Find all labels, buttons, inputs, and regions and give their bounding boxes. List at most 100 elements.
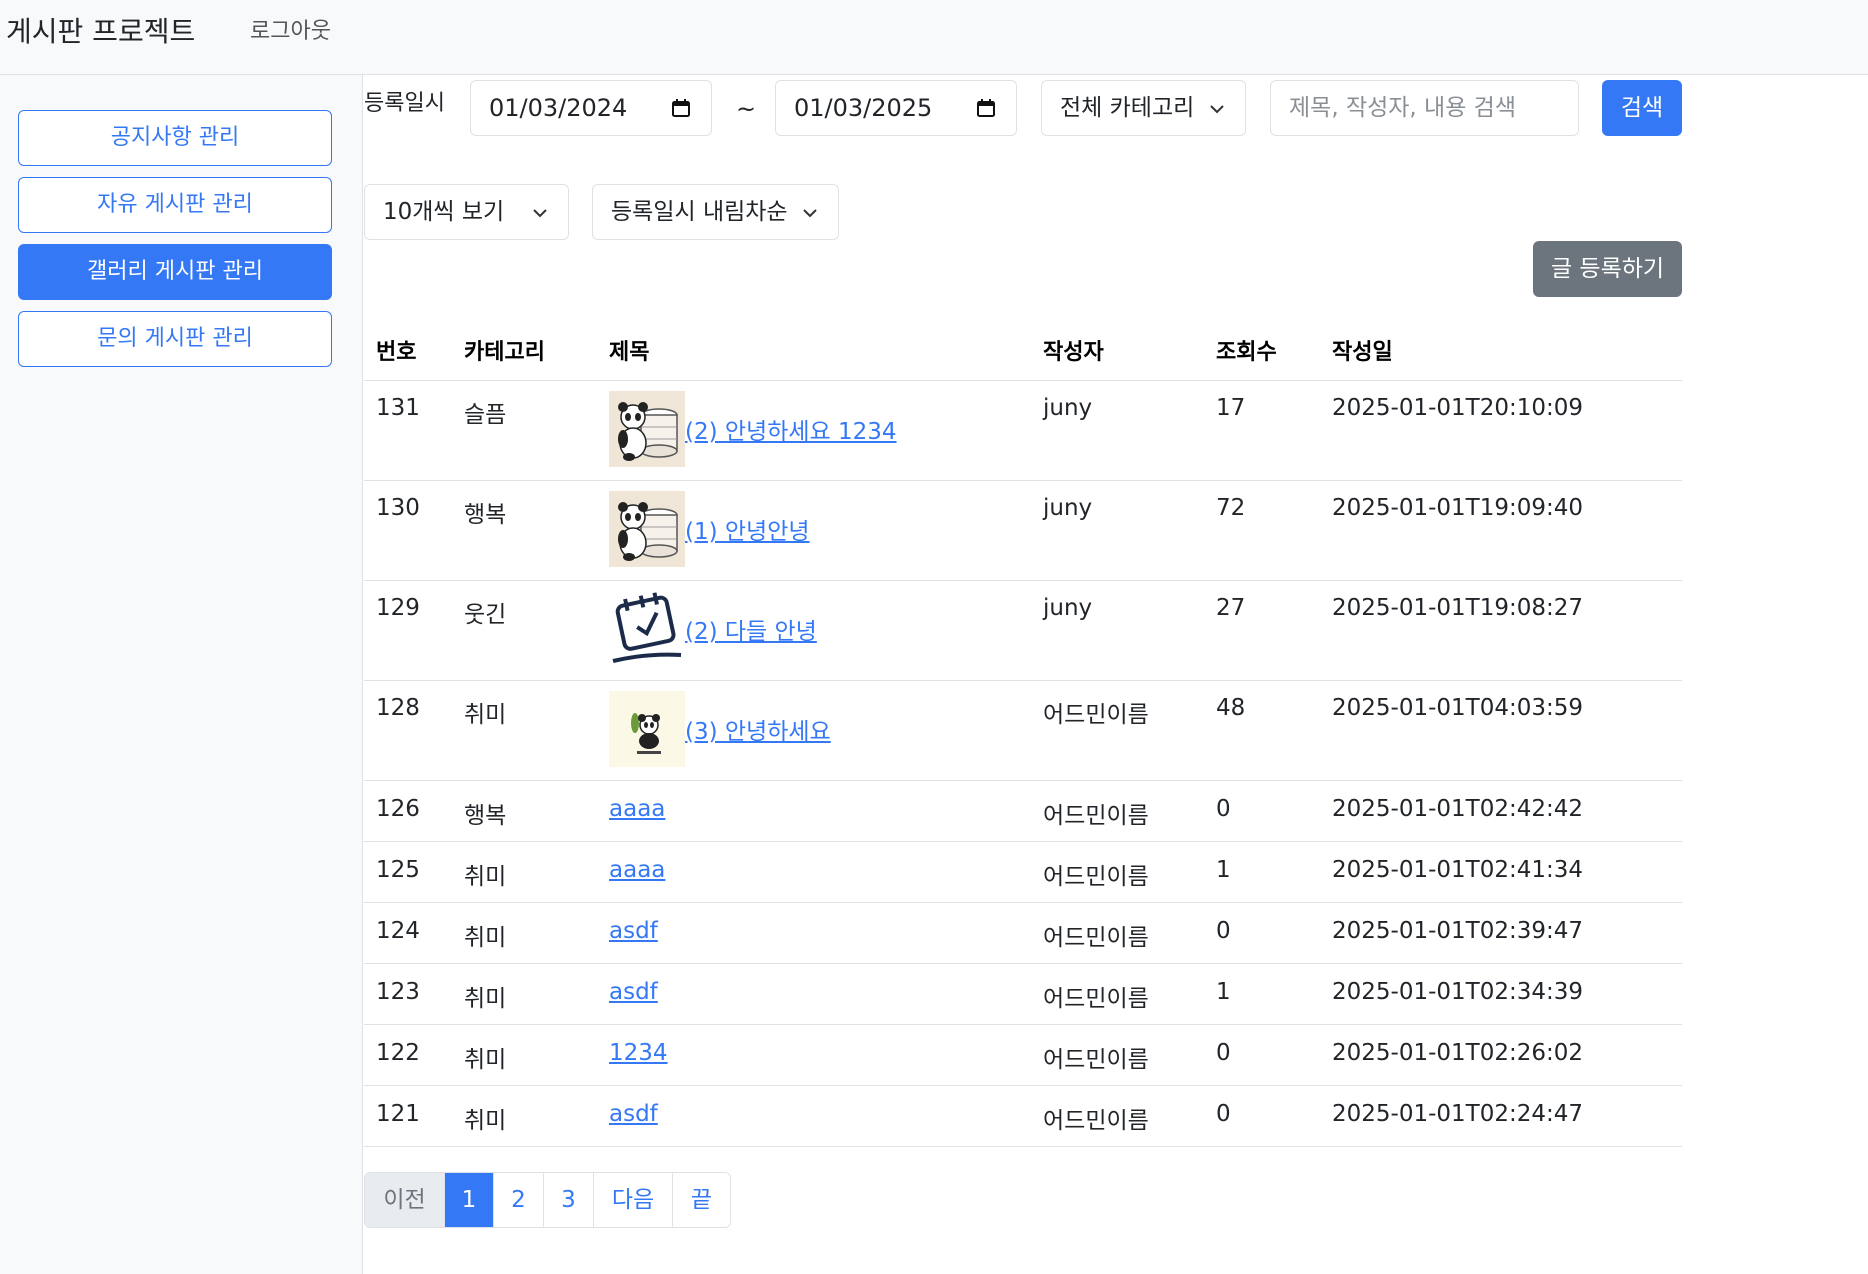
table-row: 130 행복 (1) 안녕안녕 juny 72 2025-01-01T19:09… [364, 480, 1682, 581]
page-last[interactable]: 끝 [673, 1173, 730, 1227]
post-views: 1 [1204, 841, 1320, 903]
post-views: 0 [1204, 1085, 1320, 1147]
page-size-value: 10개씩 보기 [383, 199, 505, 225]
sort-select[interactable]: 등록일시 내림차순 [592, 184, 839, 240]
post-title-link[interactable]: (1) 안녕안녕 [685, 512, 810, 546]
column-header-views: 조회수 [1204, 315, 1320, 381]
table-row: 121 취미 asdf 어드민이름 0 2025-01-01T02:24:47 [364, 1085, 1682, 1147]
post-title-cell: asdf [597, 902, 1031, 964]
start-date-input[interactable]: 01/03/2024 [470, 80, 712, 136]
start-date-value: 01/03/2024 [489, 94, 628, 122]
post-number: 123 [364, 963, 452, 1025]
panda-database-thumbnail[interactable] [609, 390, 685, 467]
page-1[interactable]: 1 [445, 1173, 494, 1227]
sort-value: 등록일시 내림차순 [611, 199, 788, 225]
page-3[interactable]: 3 [544, 1173, 594, 1227]
post-title-cell: aaaa [597, 841, 1031, 903]
column-header-number: 번호 [364, 315, 452, 381]
post-category: 취미 [452, 963, 597, 1025]
post-author: juny [1031, 380, 1204, 481]
post-date: 2025-01-01T02:34:39 [1320, 963, 1682, 1025]
post-date: 2025-01-01T19:09:40 [1320, 480, 1682, 581]
post-title-link[interactable]: aaaa [609, 796, 665, 822]
post-category: 슬픔 [452, 380, 597, 481]
end-date-input[interactable]: 01/03/2025 [775, 80, 1017, 136]
post-number: 121 [364, 1085, 452, 1147]
category-select[interactable]: 전체 카테고리 [1041, 80, 1246, 136]
post-title-cell: asdf [597, 963, 1031, 1025]
table-row: 126 행복 aaaa 어드민이름 0 2025-01-01T02:42:42 [364, 780, 1682, 842]
post-author: 어드민이름 [1031, 680, 1204, 781]
post-author: 어드민이름 [1031, 1085, 1204, 1147]
write-post-button[interactable]: 글 등록하기 [1533, 241, 1682, 297]
post-category: 취미 [452, 680, 597, 781]
post-views: 48 [1204, 680, 1320, 781]
category-select-value: 전체 카테고리 [1060, 95, 1195, 121]
sidebar-item-inquiry-board[interactable]: 문의 게시판 관리 [18, 311, 332, 367]
sidebar-item-gallery-board[interactable]: 갤러리 게시판 관리 [18, 244, 332, 300]
pagination: 이전 1 2 3 다음 끝 [364, 1172, 731, 1228]
logout-link[interactable]: 로그아웃 [250, 16, 331, 48]
table-row: 123 취미 asdf 어드민이름 1 2025-01-01T02:34:39 [364, 963, 1682, 1025]
post-title-cell: (2) 다들 안녕 [597, 580, 1031, 681]
panda-spring-thumbnail[interactable] [609, 690, 685, 767]
post-date: 2025-01-01T19:08:27 [1320, 580, 1682, 681]
post-author: juny [1031, 480, 1204, 581]
post-author: 어드민이름 [1031, 902, 1204, 964]
post-date: 2025-01-01T02:24:47 [1320, 1085, 1682, 1147]
page-2[interactable]: 2 [494, 1173, 544, 1227]
sidebar-item-free-board[interactable]: 자유 게시판 관리 [18, 177, 332, 233]
sidebar-item-notice[interactable]: 공지사항 관리 [18, 110, 332, 166]
post-title-link[interactable]: aaaa [609, 857, 665, 883]
main-content: 등록일시 01/03/2024 ~ 01/03/2025 전체 카테고리 제목,… [364, 75, 1868, 1274]
post-title-link[interactable]: (3) 안녕하세요 [685, 712, 831, 746]
table-row: 122 취미 1234 어드민이름 0 2025-01-01T02:26:02 [364, 1024, 1682, 1086]
column-header-title: 제목 [597, 315, 1031, 381]
post-views: 17 [1204, 380, 1320, 481]
date-range-separator: ~ [736, 95, 757, 123]
post-date: 2025-01-01T02:39:47 [1320, 902, 1682, 964]
page-next[interactable]: 다음 [594, 1173, 673, 1227]
brand-title[interactable]: 게시판 프로젝트 [6, 12, 195, 52]
calendar-space-reserve-thumbnail[interactable] [609, 590, 685, 667]
column-header-date: 작성일 [1320, 315, 1682, 381]
post-title-link[interactable]: 1234 [609, 1040, 668, 1066]
sidebar: 공지사항 관리 자유 게시판 관리 갤러리 게시판 관리 문의 게시판 관리 [0, 75, 363, 1274]
page-size-select[interactable]: 10개씩 보기 [364, 184, 569, 240]
post-number: 125 [364, 841, 452, 903]
post-date: 2025-01-01T02:42:42 [1320, 780, 1682, 842]
post-title-cell: asdf [597, 1085, 1031, 1147]
post-category: 취미 [452, 841, 597, 903]
post-title-link[interactable]: asdf [609, 918, 658, 944]
table-row: 124 취미 asdf 어드민이름 0 2025-01-01T02:39:47 [364, 902, 1682, 964]
post-title-link[interactable]: (2) 안녕하세요 1234 [685, 412, 897, 446]
calendar-icon[interactable] [671, 98, 691, 118]
table-header-row: 번호 카테고리 제목 작성자 조회수 작성일 [364, 315, 1682, 381]
search-button[interactable]: 검색 [1602, 80, 1682, 136]
chevron-down-icon [803, 209, 817, 218]
post-author: 어드민이름 [1031, 963, 1204, 1025]
search-input[interactable]: 제목, 작성자, 내용 검색 [1270, 80, 1579, 136]
post-title-link[interactable]: asdf [609, 979, 658, 1005]
post-category: 웃긴 [452, 580, 597, 681]
post-views: 72 [1204, 480, 1320, 581]
post-number: 129 [364, 580, 452, 681]
page-prev[interactable]: 이전 [365, 1173, 445, 1227]
panda-database-thumbnail[interactable] [609, 490, 685, 567]
column-header-author: 작성자 [1031, 315, 1204, 381]
post-category: 취미 [452, 1085, 597, 1147]
post-title-link[interactable]: (2) 다들 안녕 [685, 612, 817, 646]
post-date: 2025-01-01T02:26:02 [1320, 1024, 1682, 1086]
table-row: 125 취미 aaaa 어드민이름 1 2025-01-01T02:41:34 [364, 841, 1682, 903]
post-title-link[interactable]: asdf [609, 1101, 658, 1127]
post-number: 130 [364, 480, 452, 581]
post-views: 0 [1204, 1024, 1320, 1086]
post-category: 행복 [452, 780, 597, 842]
post-number: 126 [364, 780, 452, 842]
post-author: 어드민이름 [1031, 1024, 1204, 1086]
end-date-value: 01/03/2025 [794, 94, 933, 122]
post-date: 2025-01-01T20:10:09 [1320, 380, 1682, 481]
post-number: 128 [364, 680, 452, 781]
calendar-icon[interactable] [976, 98, 996, 118]
post-views: 27 [1204, 580, 1320, 681]
